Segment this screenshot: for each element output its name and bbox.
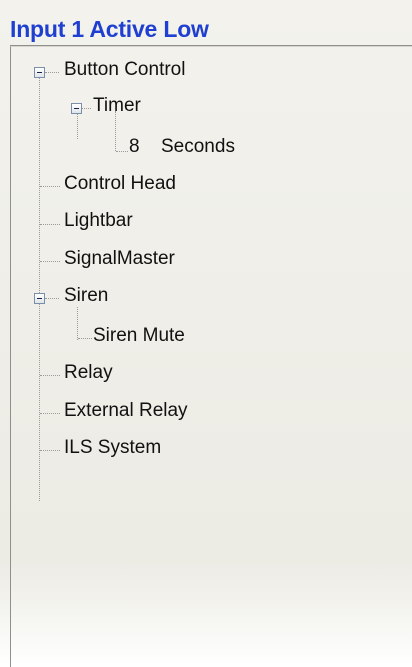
tree-connector xyxy=(45,298,59,299)
tree-guide-line xyxy=(77,307,78,340)
tree-connector xyxy=(40,186,60,187)
minus-box-icon[interactable] xyxy=(34,293,45,304)
tree-node-label[interactable]: External Relay xyxy=(64,400,188,422)
tree-guide-line xyxy=(77,111,78,139)
settings-panel: Input 1 Active Low Button Control Timer … xyxy=(0,0,412,667)
timer-value[interactable]: 8 xyxy=(129,136,140,158)
tree-connector xyxy=(40,224,60,225)
panel-title: Input 1 Active Low xyxy=(10,16,209,42)
tree-connector xyxy=(40,450,60,451)
minus-box-icon[interactable] xyxy=(71,103,82,114)
tree-node-label[interactable]: Timer xyxy=(93,95,141,117)
tree-connector xyxy=(40,375,60,376)
tree-node-label[interactable]: Siren Mute xyxy=(93,325,185,347)
tree-connector xyxy=(116,151,128,152)
tree-node-label[interactable]: Lightbar xyxy=(64,210,133,232)
tree-guide-line xyxy=(115,111,116,151)
tree-node-label[interactable]: ILS System xyxy=(64,437,161,459)
tree-connector xyxy=(78,338,92,339)
tree-node-label[interactable]: SignalMaster xyxy=(64,248,175,270)
tree-connector xyxy=(40,261,60,262)
minus-box-icon[interactable] xyxy=(34,67,45,78)
tree-connector xyxy=(40,413,60,414)
timer-unit[interactable]: Seconds xyxy=(161,136,235,158)
tree-node-label[interactable]: Control Head xyxy=(64,173,176,195)
tree-guide-line xyxy=(39,77,40,501)
tree-node-label[interactable]: Relay xyxy=(64,362,113,384)
tree-view[interactable]: Button Control Timer 8 Seconds Control H… xyxy=(10,46,412,667)
tree-connector xyxy=(45,72,59,73)
tree-node-label[interactable]: Siren xyxy=(64,285,108,307)
tree-node-label[interactable]: Button Control xyxy=(64,59,185,81)
